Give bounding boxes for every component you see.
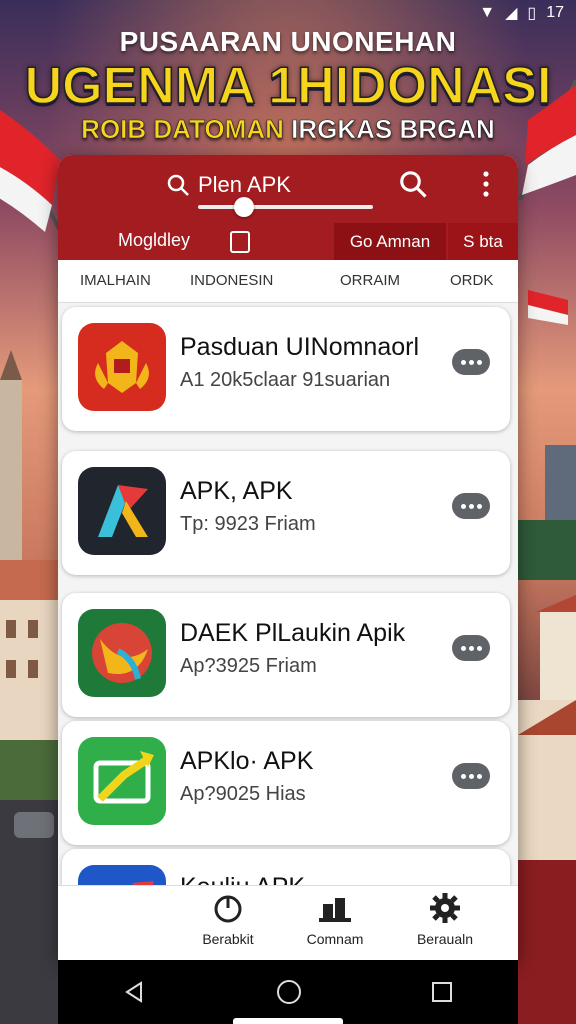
search-icon xyxy=(400,171,427,198)
signal-icon: ◢ xyxy=(505,5,518,22)
overflow-menu-button[interactable] xyxy=(478,169,494,206)
envelope-arrow-icon xyxy=(78,737,166,825)
hero-banner: PUSAARAN UNONEHAN UGENMA 1HIDONASI ROIB … xyxy=(0,26,576,144)
status-time: 17 xyxy=(546,4,564,21)
nav-label: Comnam xyxy=(306,931,364,947)
app-top-bar: Plen APK Mogldley Go Amnan S bta xyxy=(58,155,518,260)
app-title: DAEK PlLaukin Apik xyxy=(180,619,406,647)
more-options-button[interactable] xyxy=(452,493,490,519)
arrow-a-logo-icon xyxy=(78,467,166,555)
wifi-icon: ▼ xyxy=(479,4,496,21)
battery-icon: ▯ xyxy=(527,5,537,22)
tab-3[interactable]: ORDK xyxy=(450,272,493,289)
bookmark-icon[interactable] xyxy=(230,231,250,253)
list-item[interactable]: APKlo· APK Ap?9025 Hias xyxy=(62,721,510,845)
app-subtitle: Tp: 9923 Friam xyxy=(180,513,316,535)
bottom-navigation: Berabkit Comnam Beraualn xyxy=(58,885,518,960)
colonial-buildings-left xyxy=(0,350,58,1024)
header-slider[interactable] xyxy=(198,197,373,217)
hero-line-3b: IRGKAS xyxy=(291,114,393,145)
nav-item-0[interactable]: Berabkit xyxy=(173,892,283,947)
app-title: APK, APK xyxy=(180,477,293,505)
chip-active[interactable]: Go Amnan xyxy=(334,223,446,260)
more-options-button[interactable] xyxy=(452,763,490,789)
hero-title: UGENMA 1HIDONASI xyxy=(24,57,552,115)
sub-header-label[interactable]: Mogldley xyxy=(118,230,190,251)
nav-label: Beraualn xyxy=(416,931,474,947)
phone-screen: Plen APK Mogldley Go Amnan S bta IMALHAI… xyxy=(58,155,518,960)
more-vert-icon xyxy=(483,171,489,197)
sub-header-row: Mogldley Go Amnan S bta xyxy=(58,223,518,260)
hero-line-3a: ROIB DATOMAN xyxy=(81,114,284,145)
search-button[interactable] xyxy=(398,169,428,206)
chip-other[interactable]: S bta xyxy=(448,223,518,260)
more-options-button[interactable] xyxy=(452,349,490,375)
system-nav-bar xyxy=(58,960,518,1024)
list-item[interactable]: DAEK PlLaukin Apik Ap?3925 Friam xyxy=(62,593,510,717)
small-flag-right xyxy=(528,290,568,325)
list-item[interactable]: APK, APK Tp: 9923 Friam xyxy=(62,451,510,575)
recents-icon[interactable] xyxy=(431,981,453,1003)
gear-icon xyxy=(430,893,460,923)
app-subtitle: A1 20k5claar 91suarian xyxy=(180,369,391,391)
list-item[interactable]: Pasduan UINomnaorl A1 20k5claar 91suaria… xyxy=(62,307,510,431)
search-bar[interactable]: Plen APK xyxy=(166,167,291,203)
category-tabs: IMALHAIN INDONESIN ORRAIM ORDK xyxy=(58,260,518,303)
app-subtitle: Ap?3925 Friam xyxy=(180,655,317,677)
people-icon xyxy=(319,898,351,922)
gesture-handle xyxy=(233,1018,343,1024)
power-icon xyxy=(214,895,242,923)
more-options-button[interactable] xyxy=(452,635,490,661)
home-icon[interactable] xyxy=(276,979,302,1005)
tab-1[interactable]: INDONESIN xyxy=(190,272,273,289)
hero-line-1: PUSAARAN UNONEHAN xyxy=(119,26,457,57)
hero-line-3c: BRGAN xyxy=(399,114,495,145)
search-title: Plen APK xyxy=(198,172,291,197)
app-title: Pasduan UINomnaorl xyxy=(180,333,420,361)
tab-2[interactable]: ORRAIM xyxy=(340,272,400,289)
slider-knob[interactable] xyxy=(234,197,254,217)
hero-line-3: ROIB DATOMAN IRGKAS BRGAN xyxy=(0,114,576,145)
leaf-logo-icon xyxy=(78,609,166,697)
app-subtitle: Ap?9025 Hias xyxy=(180,783,306,805)
nav-label: Berabkit xyxy=(202,931,254,947)
buildings-right xyxy=(518,445,576,1024)
status-bar: ▼ ◢ ▯ 17 xyxy=(0,0,576,26)
tab-0[interactable]: IMALHAIN xyxy=(80,272,151,289)
garuda-emblem-icon xyxy=(78,323,166,411)
app-title: APKlo· APK xyxy=(180,747,314,775)
nav-item-2[interactable]: Beraualn xyxy=(390,892,500,947)
back-icon[interactable] xyxy=(123,980,147,1004)
nav-item-1[interactable]: Comnam xyxy=(280,892,390,947)
search-icon xyxy=(167,174,189,196)
